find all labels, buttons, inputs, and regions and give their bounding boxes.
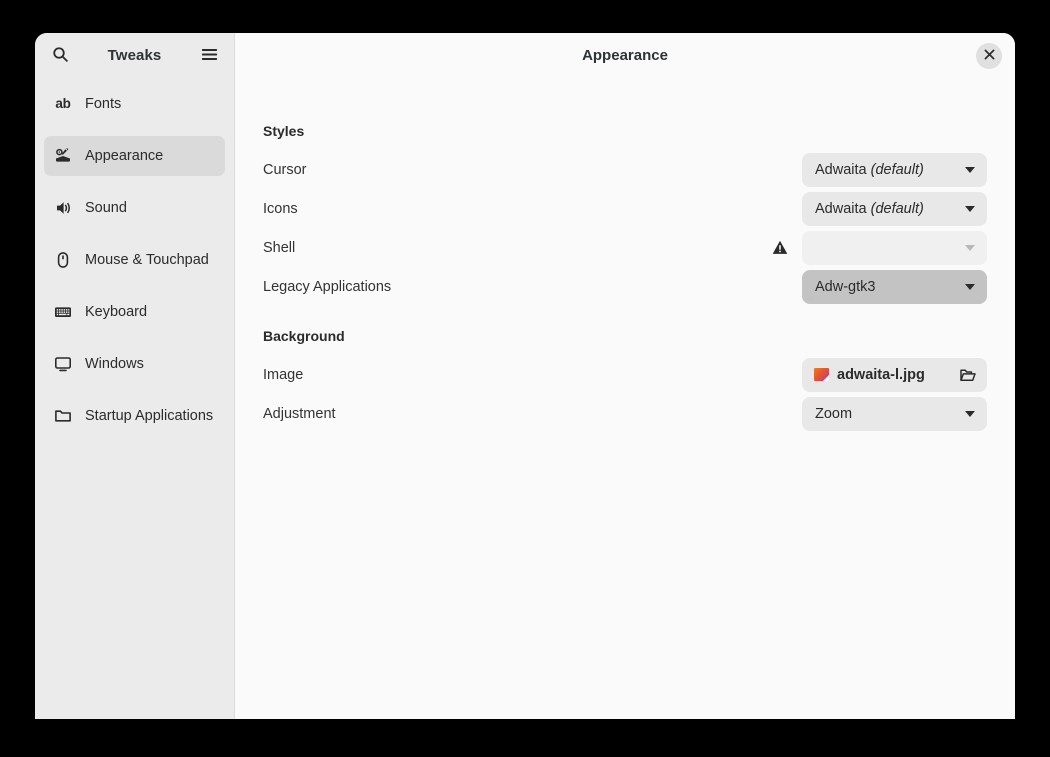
background-adjustment-value: Zoom — [815, 405, 853, 422]
warning-triangle-icon — [771, 239, 789, 257]
chevron-down-icon — [965, 283, 975, 290]
settings-content: Styles Cursor Adwaita (default) Icons Ad… — [235, 78, 1015, 719]
search-button[interactable] — [43, 39, 77, 73]
window-icon — [54, 355, 72, 373]
row-legacy-applications: Legacy Applications Adw-gtk3 — [263, 267, 987, 306]
page-title: Appearance — [582, 47, 668, 64]
cursor-control: Adwaita (default) — [802, 152, 987, 187]
sidebar-item-fonts[interactable]: ab Fonts — [44, 84, 225, 124]
sidebar-item-label: Keyboard — [85, 304, 148, 320]
search-icon — [52, 46, 69, 66]
app-title: Tweaks — [107, 47, 162, 64]
styles-group-title: Styles — [263, 123, 305, 139]
cursor-label: Cursor — [263, 161, 307, 178]
legacy-control: Adw-gtk3 — [802, 269, 987, 304]
row-icons: Icons Adwaita (default) — [263, 189, 987, 228]
background-image-control: adwaita-l.jpg — [802, 357, 987, 392]
keyboard-icon — [54, 303, 72, 321]
shell-theme-dropdown — [802, 230, 987, 265]
legacy-theme-dropdown[interactable]: Adw-gtk3 — [802, 269, 987, 304]
sidebar-item-label: Windows — [85, 356, 144, 372]
main-panel: Appearance Styles Cursor Adwaita (defaul… — [235, 33, 1015, 719]
tweaks-window: Tweaks ab Fonts Appearance Sound Mouse &… — [35, 33, 1015, 719]
close-button[interactable] — [976, 42, 1002, 69]
shell-label: Shell — [263, 239, 296, 256]
icon-theme-value: Adwaita (default) — [815, 200, 924, 217]
icon-theme-dropdown[interactable]: Adwaita (default) — [802, 191, 987, 226]
sidebar-item-label: Startup Applications — [85, 408, 214, 424]
sidebar-item-startup-applications[interactable]: Startup Applications — [44, 396, 225, 436]
sidebar-item-mouse-touchpad[interactable]: Mouse & Touchpad — [44, 240, 225, 280]
legacy-applications-label: Legacy Applications — [263, 278, 392, 295]
icons-label: Icons — [263, 200, 298, 217]
row-cursor: Cursor Adwaita (default) — [263, 150, 987, 189]
icons-control: Adwaita (default) — [802, 191, 987, 226]
sidebar-item-appearance[interactable]: Appearance — [44, 136, 225, 176]
row-background-adjustment: Adjustment Zoom — [263, 394, 987, 433]
chevron-down-icon — [965, 205, 975, 212]
cursor-theme-dropdown[interactable]: Adwaita (default) — [802, 152, 987, 187]
ab-text-icon: ab — [55, 96, 71, 112]
sidebar-item-keyboard[interactable]: Keyboard — [44, 292, 225, 332]
close-icon — [984, 48, 995, 63]
folder-icon — [54, 407, 72, 425]
speaker-icon — [54, 199, 72, 217]
image-thumbnail-icon — [814, 368, 829, 381]
chevron-down-icon — [965, 166, 975, 173]
mouse-icon — [54, 251, 72, 269]
shell-control — [771, 230, 987, 265]
styles-group: Styles Cursor Adwaita (default) Icons Ad… — [263, 123, 987, 306]
folder-open-icon — [959, 366, 976, 383]
cursor-theme-value: Adwaita (default) — [815, 161, 924, 178]
chevron-down-icon — [965, 410, 975, 417]
legacy-theme-value: Adw-gtk3 — [815, 278, 876, 295]
chevron-down-icon — [965, 244, 975, 251]
background-image-label: Image — [263, 366, 304, 383]
sidebar-item-windows[interactable]: Windows — [44, 344, 225, 384]
sidebar-item-label: Fonts — [85, 96, 122, 112]
theme-icon — [54, 147, 72, 165]
sidebar-item-sound[interactable]: Sound — [44, 188, 225, 228]
sidebar: Tweaks ab Fonts Appearance Sound Mouse &… — [35, 33, 235, 719]
main-menu-button[interactable] — [192, 39, 226, 73]
background-group: Background Image adwaita-l.jpg Adjustmen… — [263, 328, 987, 433]
row-shell: Shell — [263, 228, 987, 267]
hamburger-menu-icon — [201, 47, 218, 65]
background-image-filename: adwaita-l.jpg — [837, 366, 925, 383]
sidebar-item-label: Mouse & Touchpad — [85, 252, 209, 268]
sidebar-nav-list: ab Fonts Appearance Sound Mouse & Touchp… — [35, 78, 234, 448]
sidebar-item-label: Appearance — [85, 148, 164, 164]
main-header: Appearance — [235, 33, 1015, 78]
row-background-image: Image adwaita-l.jpg — [263, 355, 987, 394]
background-image-picker[interactable]: adwaita-l.jpg — [802, 357, 987, 392]
sidebar-header: Tweaks — [35, 33, 234, 78]
background-adjustment-control: Zoom — [802, 396, 987, 431]
background-adjustment-dropdown[interactable]: Zoom — [802, 396, 987, 431]
background-adjustment-label: Adjustment — [263, 405, 336, 422]
background-group-title: Background — [263, 328, 345, 344]
sidebar-item-label: Sound — [85, 200, 127, 216]
